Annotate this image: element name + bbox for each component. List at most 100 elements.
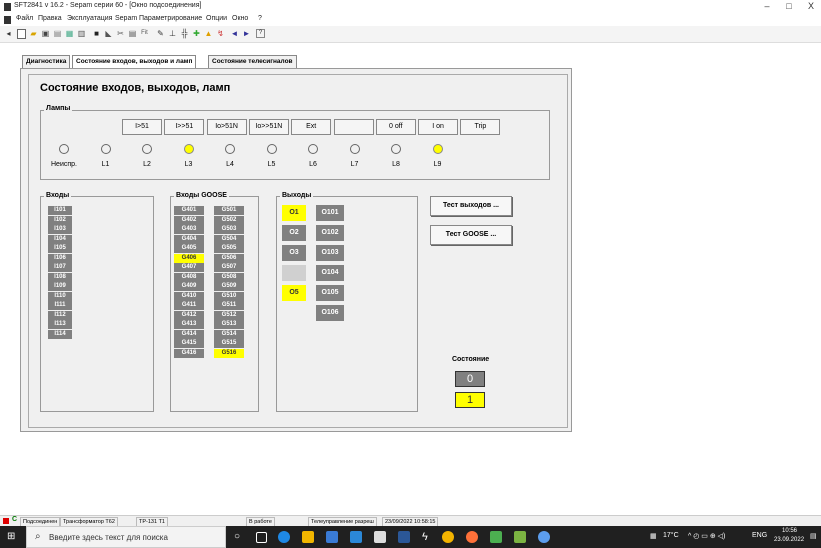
lamp-header: Io>51N (206, 119, 247, 135)
clock-date[interactable]: 23.09.2022 (774, 537, 804, 543)
input-cell: I111 (48, 301, 72, 310)
tab-io-lamps[interactable]: Состояние входов, выходов и ламп (72, 55, 197, 69)
test-outputs-button[interactable]: Тест выходов ... (430, 196, 512, 216)
taskbar-search[interactable]: ⌕ Введите здесь текст для поиска (26, 526, 226, 548)
menu-help[interactable]: ? (258, 15, 262, 22)
font-icon[interactable]: Fit (140, 29, 149, 38)
output-cell: O2 (282, 225, 306, 241)
taskbar: ⊞ ⌕ Введите здесь текст для поиска ○ ϟ ▦… (0, 526, 821, 548)
sepam-app-icon[interactable] (490, 531, 502, 543)
input-cell: I106 (48, 253, 72, 263)
relay-icon[interactable]: ⊥ (168, 29, 177, 38)
goose-cell: G416 (174, 348, 204, 358)
lightning-icon[interactable]: ϟ (422, 531, 434, 543)
goose-cell: G507 (214, 263, 244, 272)
output-cell: O104 (316, 265, 344, 281)
lamp-indicator (266, 144, 277, 154)
output-cell: O106 (316, 305, 344, 321)
document-icon (4, 16, 11, 24)
switch-icon[interactable]: ╬ (180, 29, 189, 38)
goose-cell: G506 (214, 253, 244, 263)
state-label: Состояние (452, 356, 490, 363)
task-view-icon[interactable] (256, 532, 267, 543)
goose-cell: G405 (174, 244, 204, 253)
chrome-icon[interactable] (442, 531, 454, 543)
goose-cell: G502 (214, 215, 244, 225)
lamp-indicator (308, 144, 318, 154)
window-title: SFT2841 v 16.2 - Sepam серии 60 - [Окно … (14, 2, 202, 9)
firefox-icon[interactable] (466, 531, 478, 543)
test-goose-button[interactable]: Тест GOOSE ... (430, 225, 512, 245)
close-button[interactable]: X (804, 1, 818, 11)
mail-icon[interactable] (350, 531, 362, 543)
edge-icon[interactable] (278, 531, 290, 543)
toolbar: ◂ ▰ ▣ ▤ ▦ ▥ ■ ◣ ✂ ▤ Fit ✎ ⊥ ╬ ✚ ▲ ↯ ◄ ► … (0, 26, 821, 43)
tab-diagnostics[interactable]: Диагностика (22, 55, 71, 69)
save-icon[interactable]: ▣ (41, 29, 50, 38)
output-cell: O105 (316, 285, 344, 301)
page-title: Состояние входов, выходов, ламп (40, 82, 231, 94)
maximize-button[interactable]: □ (782, 1, 796, 11)
goose-cell: G510 (214, 291, 244, 301)
fault-icon[interactable]: ↯ (216, 29, 225, 38)
goose-cell: G501 (214, 206, 244, 215)
green-app-icon[interactable] (514, 531, 526, 543)
input-cell: I112 (48, 310, 72, 320)
lamp-name: L9 (433, 161, 442, 168)
menu-operation[interactable]: Эксплуатация (67, 15, 112, 22)
goose-cell: G413 (174, 320, 204, 329)
menu-options[interactable]: Опции (206, 15, 227, 22)
print-icon[interactable]: ▤ (53, 29, 62, 38)
goose-cell: G410 (174, 291, 204, 301)
chart-icon[interactable]: ◣ (104, 29, 113, 38)
minimize-button[interactable]: – (760, 1, 774, 11)
word-icon[interactable] (398, 531, 410, 543)
goose-cell: G404 (174, 234, 204, 244)
cortana-icon[interactable]: ○ (234, 531, 246, 543)
menu-edit[interactable]: Правка (38, 15, 62, 22)
warning-icon[interactable]: ▲ (204, 29, 213, 38)
store-icon[interactable] (326, 531, 338, 543)
file-explorer-icon[interactable] (302, 531, 314, 543)
lamp-indicator (225, 144, 235, 154)
lamp-header: Trip (460, 119, 501, 135)
back-icon[interactable]: ◄ (230, 29, 239, 38)
network-icon[interactable]: ✚ (192, 29, 201, 38)
input-cell: I114 (48, 329, 72, 339)
pen-icon[interactable]: ✎ (156, 29, 165, 38)
tools-icon[interactable]: ✂ (116, 29, 125, 38)
lamps-legend: Лампы (44, 105, 73, 112)
lamp-indicator (100, 144, 111, 154)
help-icon[interactable]: ? (256, 29, 265, 38)
clock-time[interactable]: 10:56 (782, 528, 797, 534)
lamp-name: L3 (184, 161, 193, 168)
preview-icon[interactable]: ▦ (65, 29, 74, 38)
menu-file[interactable]: Файл (16, 15, 33, 22)
app-a-icon[interactable] (374, 531, 386, 543)
windows-start-icon[interactable]: ⊞ (7, 532, 17, 542)
menu-parameters[interactable]: Параметрирование (139, 15, 202, 22)
goose-cell: G409 (174, 282, 204, 291)
table-icon[interactable]: ▤ (128, 29, 137, 38)
language-indicator[interactable]: ENG (752, 532, 767, 539)
copy-icon[interactable]: ▥ (77, 29, 86, 38)
menu-sepam[interactable]: Sepam (115, 15, 137, 22)
forward-icon[interactable]: ► (242, 29, 251, 38)
disk-icon[interactable]: ■ (92, 29, 101, 38)
notifications-icon[interactable]: ▤ (810, 532, 817, 540)
search-icon: ⌕ (35, 531, 41, 542)
lamp-name: L4 (226, 161, 234, 168)
lamp-name: L1 (101, 161, 110, 168)
open-icon[interactable]: ▰ (29, 29, 38, 38)
blue-app-icon[interactable] (538, 531, 550, 543)
tab-telesignals[interactable]: Состояние телесигналов (208, 55, 297, 69)
goose-cell: G407 (174, 263, 204, 272)
goose-cell: G505 (214, 244, 244, 253)
connect-icon[interactable]: ◂ (4, 29, 13, 38)
weather-icon[interactable]: ▦ (650, 532, 657, 540)
new-icon[interactable] (17, 29, 26, 39)
tray-icons[interactable]: ^ ◴ ▭ ⊕ ◁) (688, 532, 725, 540)
menu-window[interactable]: Окно (232, 15, 248, 22)
goose-cell: G406 (174, 253, 204, 263)
weather-text[interactable]: 17°C (663, 532, 679, 539)
